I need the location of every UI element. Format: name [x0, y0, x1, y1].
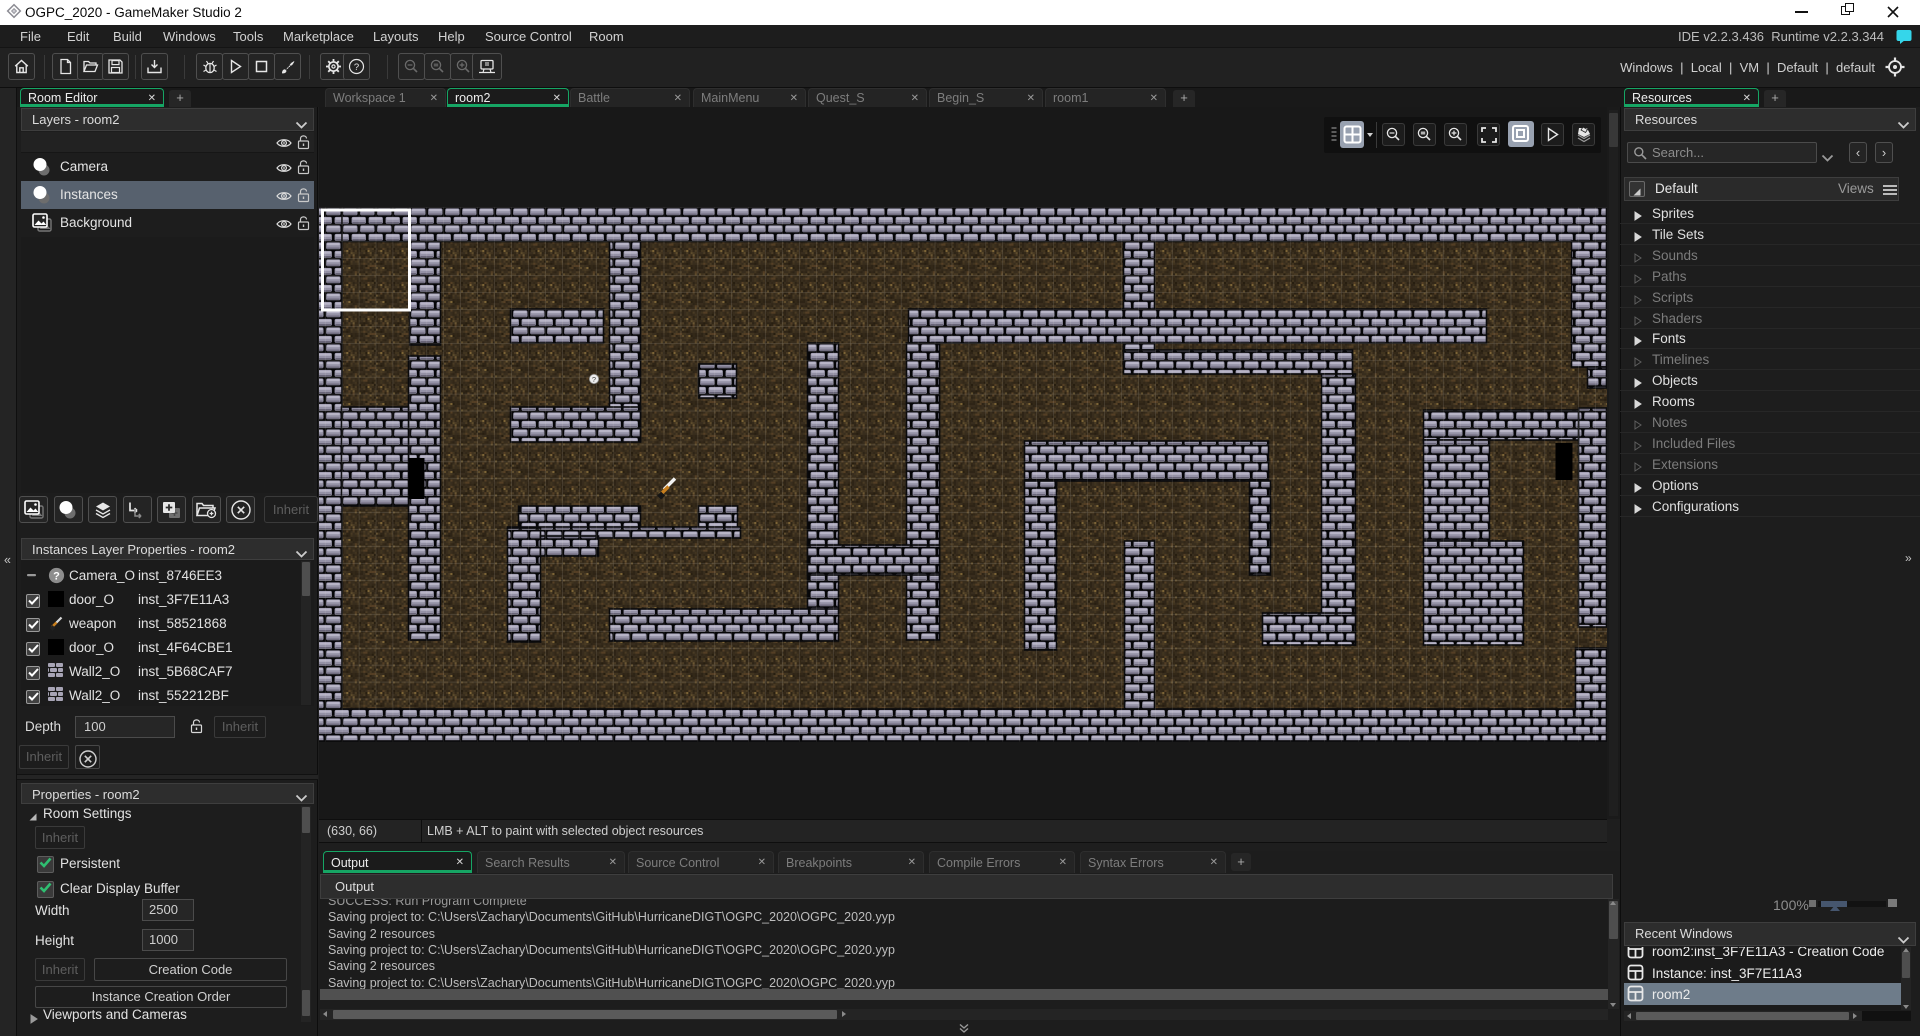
- svg-text:?: ?: [591, 375, 595, 384]
- svg-text:?: ?: [354, 62, 359, 73]
- svg-text:?: ?: [53, 571, 60, 583]
